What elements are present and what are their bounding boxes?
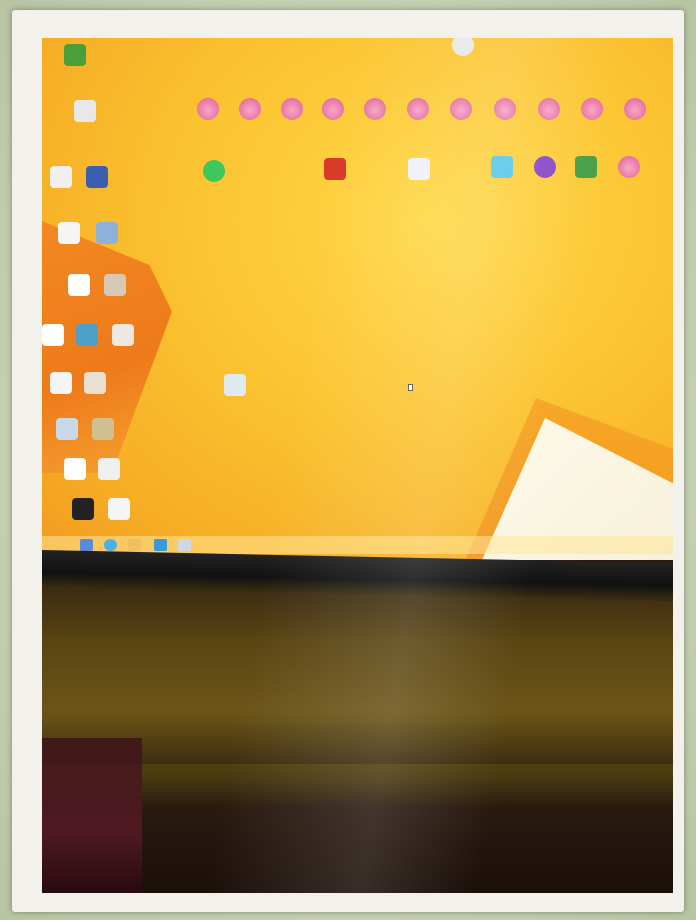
books-icon [575,156,597,178]
pig-icon [494,98,516,120]
pig-icon [450,98,472,120]
desktop-icon[interactable] [563,156,609,189]
desktop-icon[interactable] [80,418,126,451]
desktop-icon[interactable] [310,98,356,131]
desktop-icon[interactable] [482,98,528,131]
document-icon [42,324,64,346]
font-icon [408,158,430,180]
image-icon [491,156,513,178]
image-icon [112,324,134,346]
dark-corner [42,738,142,893]
folder-button[interactable] [128,539,141,551]
pig-icon [618,156,640,178]
document-icon [64,458,86,480]
monitor-photo [42,38,673,893]
image-icon [84,372,106,394]
image-icon [224,374,246,396]
image-icon [86,166,108,188]
pig-icon [407,98,429,120]
mouse-cursor [408,384,413,391]
desktop-screen [42,38,673,560]
desktop-icon[interactable] [312,158,358,191]
desktop-icon[interactable] [72,372,118,405]
tree-icon [203,160,225,182]
office-icon [324,158,346,180]
desktop-icon[interactable] [440,38,486,67]
app-icon [64,44,86,66]
desktop-icon[interactable] [191,160,237,193]
desktop-icon[interactable] [612,98,658,131]
store-button[interactable] [154,539,167,551]
desktop-icon[interactable] [526,98,572,131]
desktop-icon[interactable] [606,156,652,189]
pig-icon [581,98,603,120]
desktop-icon[interactable] [62,100,108,133]
image-icon [92,418,114,440]
pig-icon [281,98,303,120]
desktop-icon[interactable] [185,98,231,131]
image-icon [96,222,118,244]
start-button[interactable] [80,539,93,551]
desktop-icon[interactable] [92,274,138,307]
desktop-icon[interactable] [269,98,315,131]
desktop-icon[interactable] [479,156,525,189]
browser-button[interactable] [104,539,117,551]
desktop-icon[interactable] [352,98,398,131]
image-icon [50,166,72,188]
desktop-icon[interactable] [522,156,568,189]
image-icon [50,372,72,394]
image-icon [56,418,78,440]
pig-icon [364,98,386,120]
app-button[interactable] [178,539,191,551]
desktop-icon[interactable] [52,44,98,77]
document-icon [68,274,90,296]
document-icon [58,222,80,244]
document-icon [74,100,96,122]
desktop-icon[interactable] [84,222,130,255]
document-icon [108,498,130,520]
desktop-icon[interactable] [227,98,273,131]
image-icon [104,274,126,296]
desktop-icon[interactable] [100,324,146,357]
question-icon [534,156,556,178]
desktop-icon[interactable] [212,374,258,407]
recycle-bin-icon [452,38,474,56]
pig-icon [197,98,219,120]
desktop-icon[interactable] [438,98,484,131]
desktop-icon[interactable] [569,98,615,131]
phone-icon [72,498,94,520]
image-icon [98,458,120,480]
desktop-icon[interactable] [74,166,120,199]
desktop-icon[interactable] [96,498,142,531]
pig-icon [239,98,261,120]
pig-icon [322,98,344,120]
image-icon [76,324,98,346]
pig-icon [624,98,646,120]
pig-icon [538,98,560,120]
desktop-icon[interactable] [86,458,132,491]
desktop-icon[interactable] [395,98,441,131]
desktop-icon[interactable] [396,158,442,191]
